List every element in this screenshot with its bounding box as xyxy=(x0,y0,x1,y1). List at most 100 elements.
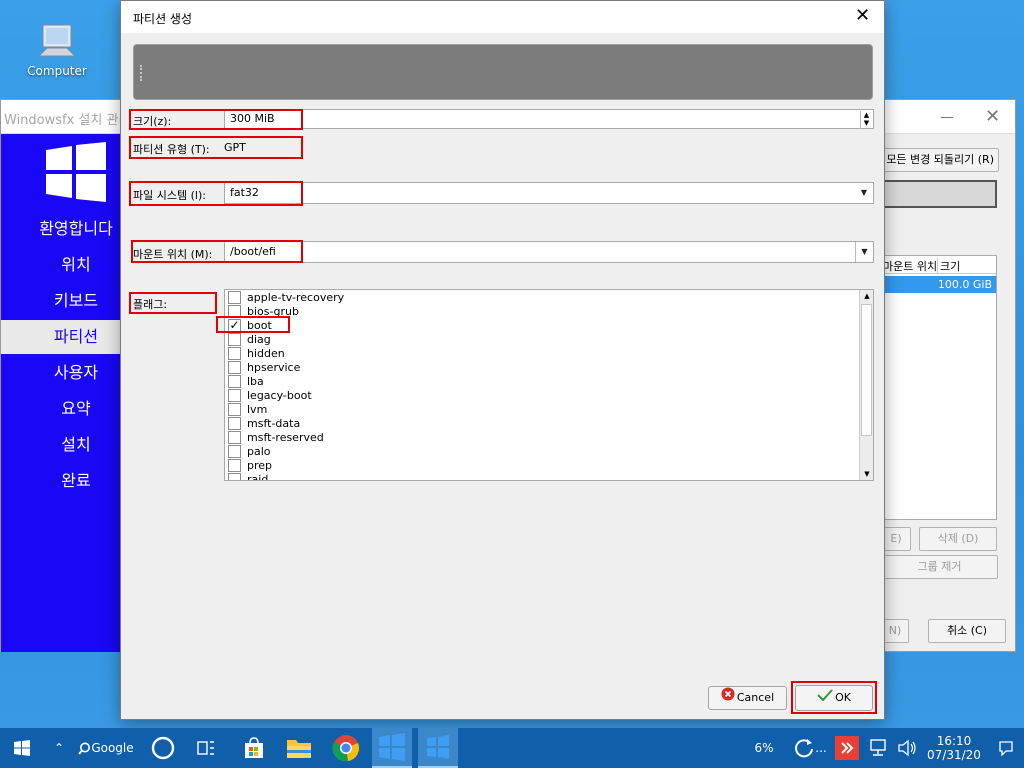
flag-item-palo[interactable]: palo xyxy=(225,445,859,459)
column-mount: 마운트 위치 xyxy=(883,260,938,273)
flag-checkbox[interactable] xyxy=(228,375,241,388)
flag-item-msft-data[interactable]: msft-data xyxy=(225,417,859,431)
flag-item-raid[interactable]: raid xyxy=(225,473,859,480)
notifications-icon[interactable] xyxy=(994,728,1018,768)
partition-type-label: 파티션 유형 (T): xyxy=(133,143,210,156)
flag-label: boot xyxy=(247,319,272,332)
flag-item-hpservice[interactable]: hpservice xyxy=(225,361,859,375)
flag-item-prep[interactable]: prep xyxy=(225,459,859,473)
size-label: 크기(z): xyxy=(133,115,172,128)
close-icon[interactable]: ✕ xyxy=(855,5,870,26)
table-row[interactable]: 100.0 GiB xyxy=(881,276,996,293)
store-icon[interactable] xyxy=(238,728,270,768)
size-spinbox[interactable]: 300 MiB ▲ ▼ xyxy=(224,109,874,129)
anydesk-icon[interactable] xyxy=(834,728,860,768)
flag-checkbox[interactable] xyxy=(228,403,241,416)
dialog-taskbar-button[interactable] xyxy=(418,728,458,768)
flag-checkbox[interactable] xyxy=(228,389,241,402)
windows-logo-icon xyxy=(46,142,106,202)
flag-checkbox[interactable] xyxy=(228,473,241,480)
size-value: 300 MiB xyxy=(230,112,275,125)
flag-checkbox[interactable] xyxy=(228,291,241,304)
flag-checkbox[interactable] xyxy=(228,347,241,360)
battery-status[interactable]: 6% xyxy=(748,728,780,768)
chevron-down-icon[interactable]: ▼ xyxy=(855,242,873,262)
flag-checkbox[interactable] xyxy=(228,305,241,318)
flags-scrollbar[interactable]: ▲ ▼ xyxy=(859,290,873,480)
search-icon xyxy=(78,742,91,755)
spin-arrows-icon[interactable]: ▲ ▼ xyxy=(860,111,872,129)
ok-button[interactable]: OK xyxy=(795,685,873,711)
update-icon[interactable]: ... xyxy=(790,728,830,768)
next-button[interactable]: N) xyxy=(881,619,909,643)
cancel-button[interactable]: Cancel xyxy=(708,686,787,710)
scrollbar-thumb[interactable] xyxy=(861,304,872,436)
create-partition-dialog: 파티션 생성 ✕ 크기(z): 300 MiB ▲ ▼ 파티션 유형 (T): G… xyxy=(120,0,885,720)
flag-label: lba xyxy=(247,375,264,388)
cortana-icon[interactable] xyxy=(146,728,180,768)
flag-item-msft-reserved[interactable]: msft-reserved xyxy=(225,431,859,445)
flag-item-legacy-boot[interactable]: legacy-boot xyxy=(225,389,859,403)
flag-checkbox[interactable]: ✓ xyxy=(228,319,241,332)
flag-item-diag[interactable]: diag xyxy=(225,333,859,347)
dialog-title: 파티션 생성 xyxy=(133,12,193,26)
flag-item-bios-grub[interactable]: bios-grub xyxy=(225,305,859,319)
task-view-icon[interactable] xyxy=(190,728,222,768)
installer-cancel-button[interactable]: 취소 (C) xyxy=(928,619,1006,643)
flag-item-boot[interactable]: ✓ boot xyxy=(225,319,859,333)
flag-label: lvm xyxy=(247,403,268,416)
chrome-icon[interactable] xyxy=(328,728,364,768)
taskbar: ⌃ Google 6% ... 16:10 07/31/20 xyxy=(0,728,1024,768)
flags-list[interactable]: apple-tv-recovery bios-grub ✓ boot diag hidde… xyxy=(224,289,874,481)
flag-label: hpservice xyxy=(247,361,301,374)
clock-date: 07/31/20 xyxy=(927,748,981,762)
drag-handle-icon[interactable] xyxy=(140,65,144,81)
device-select[interactable] xyxy=(881,180,997,208)
flag-item-apple-tv-recovery[interactable]: apple-tv-recovery xyxy=(225,291,859,305)
flag-item-hidden[interactable]: hidden xyxy=(225,347,859,361)
flag-item-lvm[interactable]: lvm xyxy=(225,403,859,417)
file-explorer-icon[interactable] xyxy=(282,728,316,768)
windows-logo-icon xyxy=(379,733,405,761)
flag-checkbox[interactable] xyxy=(228,333,241,346)
flag-checkbox[interactable] xyxy=(228,431,241,444)
chevron-down-icon: ▼ xyxy=(860,188,868,197)
partition-table[interactable]: 마운트 위치 크기 100.0 GiB xyxy=(881,255,997,520)
flag-label: palo xyxy=(247,445,271,458)
flag-label: bios-grub xyxy=(247,305,299,318)
dialog-titlebar: 파티션 생성 ✕ xyxy=(121,1,884,33)
partition-preview-bar[interactable] xyxy=(133,44,873,100)
google-search-button[interactable]: Google xyxy=(76,728,136,768)
scroll-down-icon[interactable]: ▼ xyxy=(860,468,873,480)
computer-desktop-icon[interactable]: Computer xyxy=(20,22,94,78)
start-button[interactable] xyxy=(0,728,44,768)
flags-label: 플래그: xyxy=(133,298,168,311)
ok-label: OK xyxy=(835,691,851,704)
flag-checkbox[interactable] xyxy=(228,361,241,374)
mount-point-combobox[interactable]: /boot/efi ▼ xyxy=(224,241,874,263)
chevron-up-icon[interactable]: ⌃ xyxy=(46,728,72,768)
column-size: 크기 xyxy=(937,258,960,274)
mount-point-label: 마운트 위치 (M): xyxy=(133,248,213,261)
filesystem-select[interactable]: fat32 ▼ xyxy=(224,182,874,204)
flag-checkbox[interactable] xyxy=(228,417,241,430)
remove-group-button[interactable]: 그룹 제거 xyxy=(881,555,998,579)
close-icon[interactable]: ✕ xyxy=(985,106,1000,127)
partition-table-header: 마운트 위치 크기 xyxy=(881,256,996,274)
flag-checkbox[interactable] xyxy=(228,445,241,458)
edit-button[interactable]: E) xyxy=(881,527,911,551)
checkmark-icon xyxy=(817,686,833,710)
scroll-up-icon[interactable]: ▲ xyxy=(860,290,873,302)
flag-item-lba[interactable]: lba xyxy=(225,375,859,389)
installer-taskbar-button[interactable] xyxy=(372,728,412,768)
mount-point-value: /boot/efi xyxy=(230,245,276,258)
network-icon[interactable] xyxy=(866,728,890,768)
minimize-icon[interactable] xyxy=(941,117,953,118)
flag-label: msft-reserved xyxy=(247,431,324,444)
cancel-label: Cancel xyxy=(736,691,775,704)
delete-button[interactable]: 삭제 (D) xyxy=(919,527,997,551)
volume-icon[interactable] xyxy=(894,728,920,768)
clock[interactable]: 16:10 07/31/20 xyxy=(920,734,988,762)
flag-checkbox[interactable] xyxy=(228,459,241,472)
search-label: Google xyxy=(91,741,134,755)
